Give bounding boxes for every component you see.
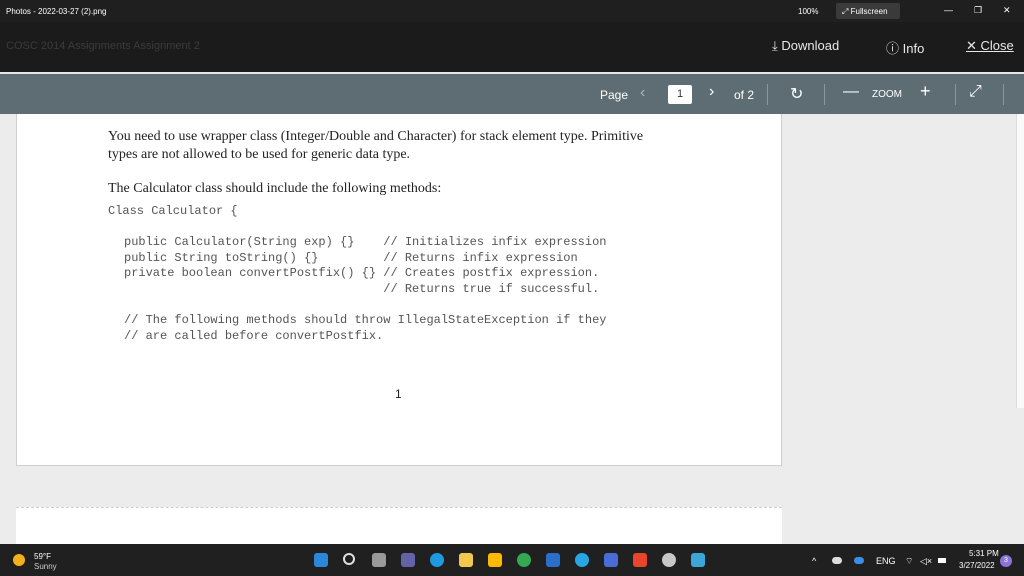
- photos-icon[interactable]: [691, 553, 705, 567]
- weather-condition[interactable]: Sunny: [34, 562, 57, 571]
- code-line: // Returns true if successful.: [124, 281, 600, 296]
- restore-button[interactable]: ❐: [974, 5, 982, 16]
- office-icon[interactable]: [633, 553, 647, 567]
- pdf-toolbar: Page ‹ 1 › of 2 ↻ — ZOOM + ⤢: [0, 74, 1024, 114]
- minimize-button[interactable]: —: [944, 5, 953, 15]
- zoom-label: ZOOM: [872, 89, 902, 100]
- file-explorer-icon[interactable]: [459, 553, 473, 567]
- onedrive-icon[interactable]: [854, 557, 864, 564]
- rotate-icon[interactable]: ↻: [790, 84, 803, 104]
- page-number-input[interactable]: 1: [668, 85, 692, 104]
- taskbar: 59°F Sunny ^ ENG ⌔ ◁× 5:31 PM 3/27/2022 …: [0, 544, 1024, 576]
- prev-page-icon[interactable]: ‹: [640, 84, 645, 102]
- breadcrumb-ghost: COSC 2014 Assignments Assignment 2: [6, 40, 200, 52]
- code-line: public Calculator(String exp) {} // Init…: [124, 235, 607, 249]
- next-page-icon[interactable]: ›: [709, 83, 714, 101]
- weather-temperature[interactable]: 59°F: [34, 552, 51, 561]
- info-button[interactable]: ⓘ Info: [886, 38, 924, 57]
- next-pdf-page: [16, 507, 782, 545]
- window-close-button[interactable]: ✕: [1003, 5, 1011, 16]
- code-line: public String toString() {} // Returns i…: [124, 250, 578, 265]
- page-number: 1: [395, 387, 402, 401]
- vertical-scrollbar[interactable]: [1016, 114, 1024, 408]
- zoom-level[interactable]: 100%: [798, 7, 818, 16]
- start-icon[interactable]: [314, 553, 328, 567]
- fullscreen-button[interactable]: ⤢ Fullscreen: [836, 3, 900, 19]
- cloud-icon[interactable]: [832, 557, 842, 564]
- toolbar-divider: [824, 84, 825, 105]
- paragraph-line: The Calculator class should include the …: [108, 181, 442, 196]
- close-viewer-button[interactable]: ✕ Close: [966, 38, 1014, 54]
- zoom-out-icon[interactable]: —: [843, 83, 859, 101]
- app-title: Photos - 2022-03-27 (2).png: [6, 7, 107, 16]
- paragraph-line: types are not allowed to be used for gen…: [108, 147, 411, 162]
- pdf-page: You need to use wrapper class (Integer/D…: [16, 114, 782, 466]
- toolbar-divider: [767, 84, 768, 105]
- viewer-header: COSC 2014 Assignments Assignment 2 ⤓ Dow…: [0, 22, 1024, 72]
- teams-icon[interactable]: [401, 553, 415, 567]
- search-icon[interactable]: [343, 553, 355, 565]
- expand-icon[interactable]: ⤢: [969, 83, 982, 101]
- edge-icon[interactable]: [430, 553, 444, 567]
- page-label: Page: [600, 88, 629, 102]
- page-total: of 2: [734, 88, 755, 102]
- battery-icon[interactable]: [938, 558, 946, 563]
- photos-title-bar: Photos - 2022-03-27 (2).png 100% ⤢ Fulls…: [0, 0, 1024, 22]
- code-line: private boolean convertPostfix() {} // C…: [124, 266, 600, 280]
- weather-sun-icon[interactable]: [13, 554, 25, 566]
- zoom-in-icon[interactable]: +: [920, 81, 931, 102]
- clock-date[interactable]: 3/27/2022: [959, 561, 995, 570]
- download-button[interactable]: ⤓ Download: [772, 38, 839, 54]
- settings-icon[interactable]: [662, 553, 676, 567]
- store-icon[interactable]: [488, 553, 502, 567]
- cortana-icon[interactable]: [575, 553, 589, 567]
- task-view-icon[interactable]: [372, 553, 386, 567]
- wifi-icon[interactable]: ⌔: [905, 556, 913, 567]
- vscode-icon[interactable]: [604, 553, 618, 567]
- clock-time[interactable]: 5:31 PM: [969, 549, 999, 558]
- class-declaration: Class Calculator {: [108, 204, 238, 218]
- notification-badge[interactable]: 3: [1000, 555, 1012, 567]
- toolbar-divider: [1003, 84, 1004, 105]
- toolbar-divider: [955, 84, 956, 105]
- volume-icon[interactable]: ◁×: [920, 556, 932, 567]
- paragraph-line: You need to use wrapper class (Integer/D…: [108, 129, 644, 144]
- mail-icon[interactable]: [546, 553, 560, 567]
- language-indicator[interactable]: ENG: [876, 556, 896, 566]
- chrome-icon[interactable]: [517, 553, 531, 567]
- code-comment: // are called before convertPostfix.: [124, 328, 384, 343]
- chevron-up-icon[interactable]: ^: [812, 556, 816, 566]
- code-comment: // The following methods should throw Il…: [124, 313, 607, 327]
